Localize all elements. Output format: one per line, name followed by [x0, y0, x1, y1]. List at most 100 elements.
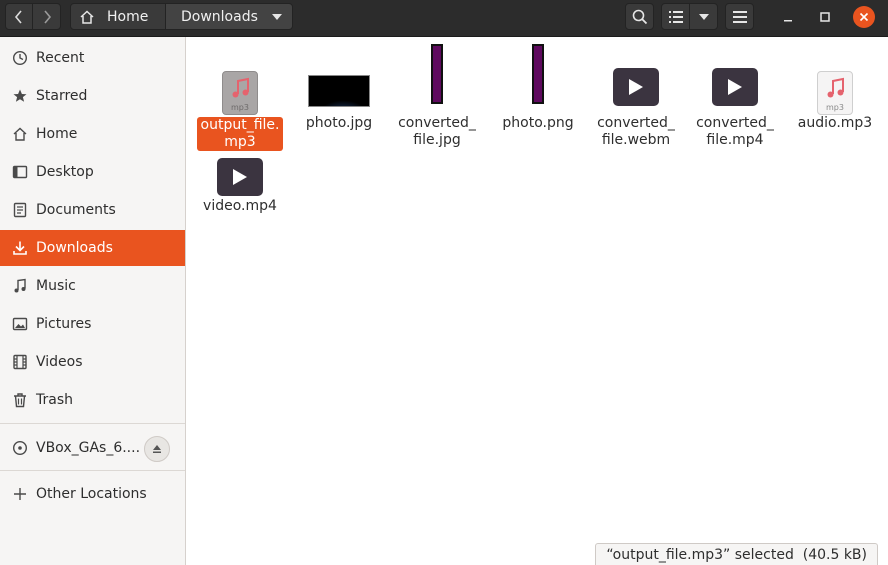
video-file-icon — [217, 158, 263, 196]
image-thumbnail — [532, 44, 544, 104]
music-note-icon — [232, 77, 249, 98]
play-icon — [233, 169, 247, 185]
sidebar-item-recent[interactable]: Recent — [0, 40, 185, 76]
film-icon — [11, 353, 29, 371]
sidebar-item-label: Home — [36, 126, 78, 142]
sidebar-item-home[interactable]: Home — [0, 116, 185, 152]
eject-button[interactable] — [144, 436, 170, 462]
file-item[interactable]: mp3 audio.mp3 — [788, 59, 882, 132]
sidebar-item-device[interactable]: VBox_GAs_6.... — [0, 430, 185, 466]
desktop-icon — [11, 163, 29, 181]
document-icon — [11, 201, 29, 219]
sidebar-divider — [0, 423, 185, 424]
file-ext-label: mp3 — [826, 103, 844, 112]
minimize-icon — [784, 20, 792, 22]
file-item[interactable]: video.mp4 — [193, 150, 287, 215]
list-view-icon — [668, 10, 683, 23]
image-thumbnail — [431, 44, 443, 104]
search-button[interactable] — [625, 3, 654, 30]
breadcrumb-home-label: Home — [107, 8, 149, 25]
status-text: “output_file.mp3” selected (40.5 kB) — [606, 546, 867, 563]
sidebar-item-pictures[interactable]: Pictures — [0, 306, 185, 342]
download-icon — [11, 239, 29, 257]
file-item[interactable]: photo.png — [491, 44, 585, 132]
sidebar-item-label: Downloads — [36, 240, 113, 256]
forward-button[interactable] — [32, 3, 61, 30]
chevron-left-icon — [14, 9, 22, 24]
close-icon — [859, 12, 869, 22]
maximize-icon — [820, 12, 830, 22]
file-item[interactable]: converted_ file.webm — [589, 59, 683, 149]
sidebar-item-videos[interactable]: Videos — [0, 344, 185, 380]
image-thumbnail — [308, 75, 370, 107]
disc-icon — [11, 439, 29, 457]
breadcrumb-downloads[interactable]: Downloads — [165, 3, 293, 30]
video-file-icon — [712, 68, 758, 106]
file-item[interactable]: photo.jpg — [292, 59, 386, 132]
breadcrumb-home[interactable]: Home — [70, 3, 166, 30]
audio-file-icon: mp3 — [817, 71, 853, 115]
home-icon — [11, 125, 29, 143]
file-ext-label: mp3 — [231, 103, 249, 112]
file-name: audio.mp3 — [797, 115, 873, 131]
file-item[interactable]: mp3 output_file. mp3 — [193, 59, 287, 151]
audio-file-icon: mp3 — [222, 71, 258, 115]
sidebar: Recent Starred Home Desktop Documents Do… — [0, 37, 186, 565]
file-item[interactable]: converted_ file.jpg — [390, 44, 484, 149]
dropdown-arrow-icon — [698, 13, 709, 20]
play-icon — [629, 79, 643, 95]
file-view: mp3 output_file. mp3 photo.jpg converted… — [187, 37, 888, 565]
trash-icon — [11, 391, 29, 409]
video-file-icon — [613, 68, 659, 106]
music-note-icon — [827, 77, 844, 98]
file-name: photo.jpg — [305, 115, 373, 131]
plus-icon — [11, 485, 29, 503]
header-bar: Home Downloads — [0, 0, 888, 37]
sidebar-item-starred[interactable]: Starred — [0, 78, 185, 114]
file-name: output_file. mp3 — [196, 117, 284, 151]
sidebar-item-label: VBox_GAs_6.... — [36, 440, 141, 456]
file-name: video.mp4 — [203, 198, 277, 214]
sidebar-item-label: Starred — [36, 88, 88, 104]
sidebar-item-label: Documents — [36, 202, 116, 218]
home-icon — [80, 9, 94, 24]
sidebar-item-label: Desktop — [36, 164, 94, 180]
file-name: converted_ file.webm — [597, 115, 675, 148]
selection-status-bar: “output_file.mp3” selected (40.5 kB) — [595, 543, 878, 565]
file-name: photo.png — [502, 115, 574, 131]
sidebar-item-label: Other Locations — [36, 486, 147, 502]
list-view-button[interactable] — [661, 3, 690, 30]
menu-button[interactable] — [725, 3, 754, 30]
sidebar-item-label: Trash — [36, 392, 73, 408]
sidebar-item-label: Pictures — [36, 316, 92, 332]
sidebar-item-downloads[interactable]: Downloads — [0, 230, 185, 266]
dropdown-arrow-icon — [272, 14, 282, 20]
sidebar-item-label: Music — [36, 278, 76, 294]
sidebar-item-label: Videos — [36, 354, 83, 370]
search-icon — [632, 9, 647, 24]
close-button[interactable] — [853, 6, 875, 28]
maximize-button[interactable] — [814, 6, 836, 28]
sidebar-item-label: Recent — [36, 50, 85, 66]
sidebar-item-other-locations[interactable]: Other Locations — [0, 476, 185, 512]
back-button[interactable] — [5, 3, 33, 30]
hamburger-menu-icon — [732, 10, 747, 23]
sidebar-item-music[interactable]: Music — [0, 268, 185, 304]
music-note-icon — [11, 277, 29, 295]
sidebar-divider — [0, 470, 185, 471]
star-icon — [11, 87, 29, 105]
play-icon — [728, 79, 742, 95]
file-item[interactable]: converted_ file.mp4 — [688, 59, 782, 149]
sidebar-item-desktop[interactable]: Desktop — [0, 154, 185, 190]
sidebar-item-documents[interactable]: Documents — [0, 192, 185, 228]
view-options-button[interactable] — [689, 3, 718, 30]
eject-icon — [153, 445, 161, 453]
file-name: converted_ file.mp4 — [696, 115, 774, 148]
file-name: converted_ file.jpg — [398, 115, 476, 148]
picture-icon — [11, 315, 29, 333]
chevron-right-icon — [43, 9, 51, 24]
clock-icon — [11, 49, 29, 67]
sidebar-item-trash[interactable]: Trash — [0, 382, 185, 418]
minimize-button[interactable] — [777, 6, 799, 28]
breadcrumb-downloads-label: Downloads — [181, 8, 258, 25]
